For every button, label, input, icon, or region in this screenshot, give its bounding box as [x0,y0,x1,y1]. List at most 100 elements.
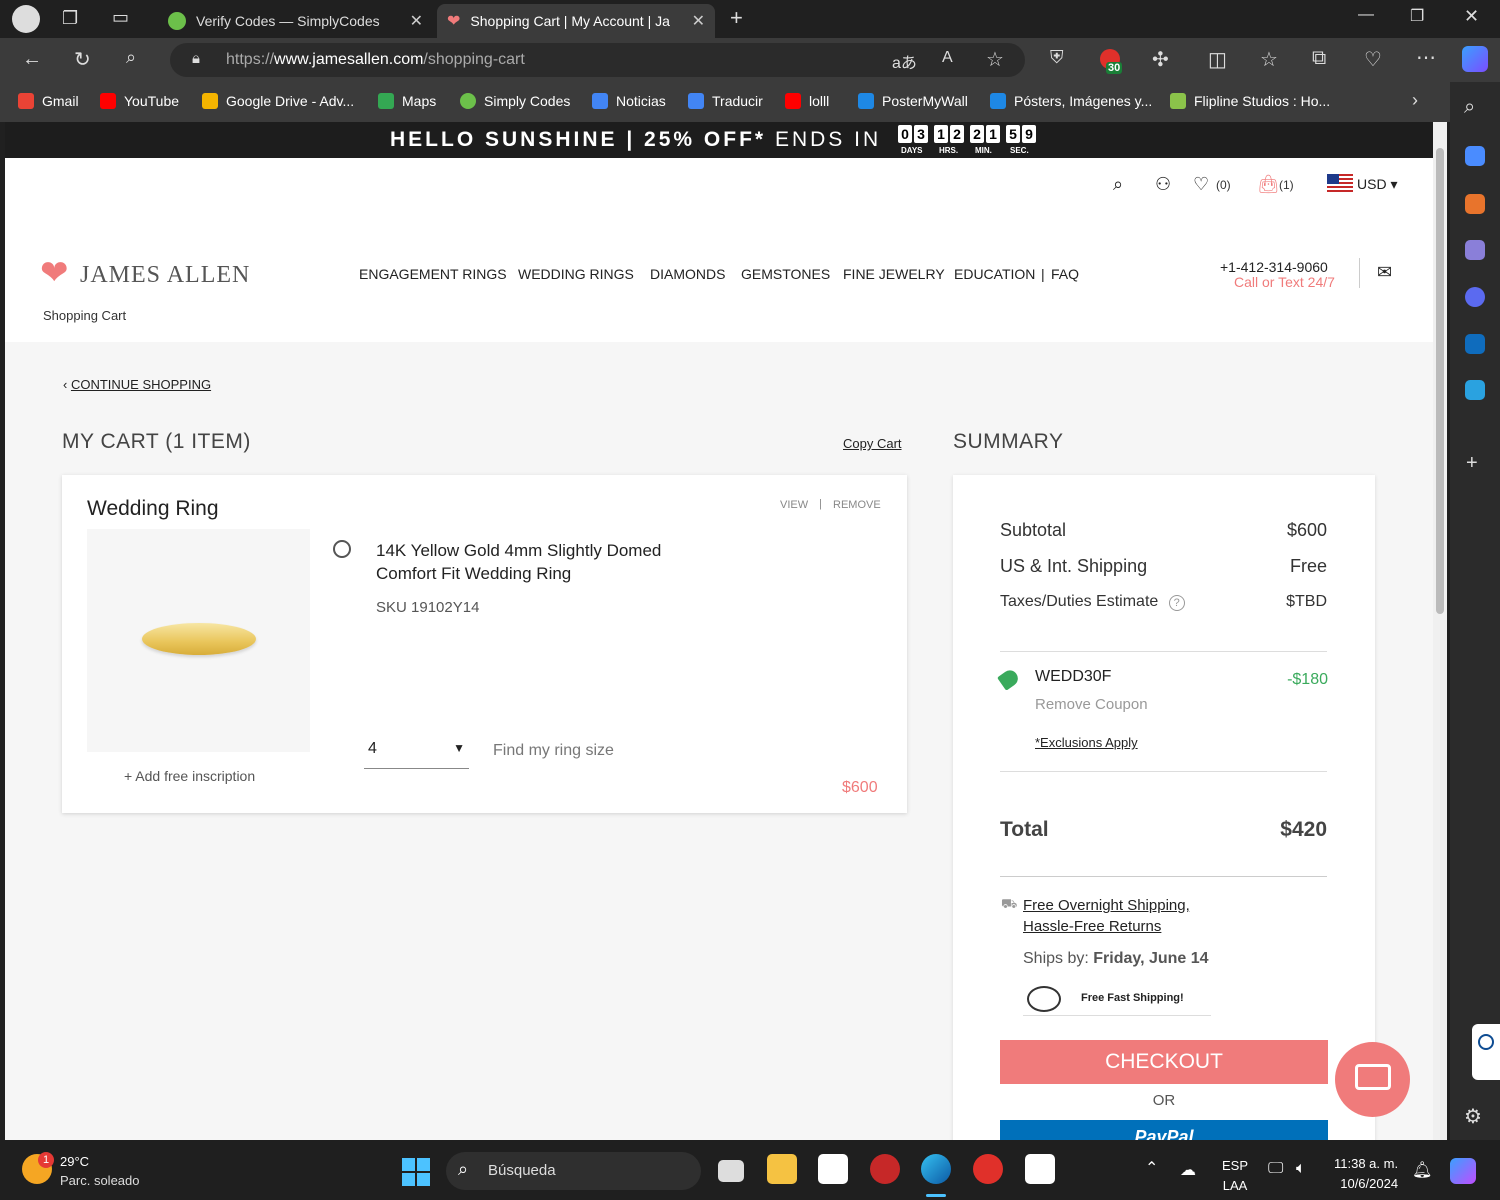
search-icon[interactable]: ⌕ [126,47,136,68]
weather-desc[interactable]: Parc. soleado [60,1173,140,1188]
nav-faq[interactable]: FAQ [1051,266,1079,282]
breadcrumb[interactable]: Shopping Cart [43,308,126,323]
nav-engagement-rings[interactable]: ENGAGEMENT RINGS [359,266,507,282]
shield-icon[interactable]: ⛨ [1050,47,1064,68]
address-bar[interactable]: 🔒︎ https://www.jamesallen.com/shopping-c… [170,43,1025,77]
refresh-icon[interactable]: ↻ [74,47,91,72]
start-windows-icon[interactable] [402,1158,430,1186]
email-icon[interactable]: ✉ [1377,262,1392,283]
copy-cart-link[interactable]: Copy Cart [843,436,902,451]
account-icon[interactable]: ⚇ [1155,174,1171,195]
workspaces-icon[interactable]: ❐ [62,8,78,29]
nav-fine-jewelry[interactable]: FINE JEWELRY [843,266,945,282]
ring-size-select[interactable]: 4 ▼ [364,737,469,769]
tab-shopping-cart[interactable]: ❤ Shopping Cart | My Account | Jar ✕ [437,4,715,38]
wishlist-heart-icon[interactable]: ♡ [1193,174,1209,195]
taskbar-search[interactable]: ⌕ Búsqueda [446,1152,701,1190]
read-aloud-icon[interactable]: A [942,49,953,67]
bookmark-gmail[interactable]: Gmail [18,93,79,109]
wishlist-count[interactable]: (0) [1216,178,1231,192]
weather-temp[interactable]: 29°C [60,1154,89,1169]
add-sidebar-app-icon[interactable]: + [1466,452,1478,475]
chevron-right-icon[interactable]: › [1412,90,1418,111]
help-icon[interactable]: ? [1168,595,1185,611]
tools-icon[interactable] [1465,194,1485,214]
bookmark-traducir[interactable]: Traducir [688,93,763,109]
bookmark-flipline[interactable]: Flipline Studios : Ho... [1170,93,1330,109]
onedrive-icon[interactable]: ☁ [1180,1160,1196,1180]
back-icon[interactable]: ← [22,48,42,71]
minimize-icon[interactable]: — [1358,6,1374,24]
new-tab-icon[interactable]: + [730,5,743,31]
volume-icon[interactable]: 🔈︎ [1296,1160,1306,1178]
task-view-icon[interactable] [718,1160,744,1182]
copilot-icon[interactable] [1462,46,1488,72]
currency-selector[interactable]: USD ▾ [1357,176,1397,193]
paypal-button[interactable]: PayPal [1000,1120,1328,1140]
edge-browser-icon[interactable] [921,1154,951,1184]
bookmark-simply-codes[interactable]: Simply Codes [460,93,570,109]
add-inscription-link[interactable]: + Add free inscription [124,768,255,784]
nav-wedding-rings[interactable]: WEDDING RINGS [518,266,634,282]
bookmark-google-drive[interactable]: Google Drive - Adv... [202,93,354,109]
checkout-button[interactable]: CHECKOUT [1000,1040,1328,1084]
clock[interactable]: 11:38 a. m. 10/6/2024 [1334,1154,1398,1194]
site-logo[interactable]: JAMES ALLEN [80,262,250,289]
notifications-icon[interactable]: 🔔︎ [1412,1160,1432,1180]
tab-simplycodes[interactable]: Verify Codes — SimplyCodes ✕ [158,4,433,38]
site-search-icon[interactable]: ⌕ [1113,174,1123,195]
close-window-icon[interactable]: ✕ [1464,6,1479,27]
opera-icon[interactable] [973,1154,1003,1184]
close-tab-icon[interactable]: ✕ [692,11,705,31]
find-ring-size-link[interactable]: Find my ring size [493,742,614,760]
close-tab-icon[interactable]: ✕ [410,11,423,31]
item-view-link[interactable]: VIEW [780,499,808,511]
nav-diamonds[interactable]: DIAMONDS [650,266,725,282]
more-menu-icon[interactable]: ⋯ [1416,45,1436,70]
profile-avatar[interactable] [12,5,40,33]
browser-essentials-icon[interactable]: ♡ [1364,47,1382,72]
extensions-puzzle-icon[interactable]: ✣ [1152,47,1169,72]
item-remove-link[interactable]: REMOVE [833,499,881,511]
page-scrollbar[interactable] [1433,122,1447,1140]
item-name[interactable]: 14K Yellow Gold 4mm Slightly Domed Comfo… [376,539,661,585]
continue-shopping-link[interactable]: ‹ CONTINUE SHOPPING [63,377,211,392]
sidebar-search-icon[interactable]: ⌕ [1464,96,1475,119]
cart-count[interactable]: (1) [1279,178,1294,192]
logo-heart-icon[interactable]: ❤ [40,253,69,293]
bookmark-postermywall[interactable]: PosterMyWall [858,93,968,109]
copilot-icon[interactable] [1465,287,1485,307]
remove-coupon-link[interactable]: Remove Coupon [1035,696,1148,713]
vertical-tabs-icon[interactable]: ▭ [112,7,129,28]
cart-bag-icon[interactable]: 👜︎ [1257,174,1280,195]
scrollbar-thumb[interactable] [1436,148,1444,614]
settings-gear-icon[interactable]: ⚙ [1464,1104,1482,1129]
nav-education[interactable]: EDUCATION [954,266,1035,282]
show-hidden-icons[interactable]: ⌃ [1145,1158,1158,1178]
bookmark-maps[interactable]: Maps [378,93,436,109]
translate-icon[interactable]: aあ [892,49,917,73]
bookmark-lolll[interactable]: lolll [785,93,829,109]
send-icon[interactable] [1465,380,1485,400]
bookmark-noticias[interactable]: Noticias [592,93,666,109]
teamviewer-side-icon[interactable] [1472,1024,1500,1080]
copilot-icon[interactable] [1450,1158,1476,1184]
exclusions-link[interactable]: *Exclusions Apply [1035,735,1138,750]
collections-icon[interactable]: ⧉ [1312,47,1326,70]
split-screen-icon[interactable]: ◫ [1208,47,1227,72]
chat-button[interactable] [1335,1042,1410,1117]
file-explorer-icon[interactable] [767,1154,797,1184]
restore-icon[interactable]: ❐ [1410,6,1424,26]
free-shipping-link[interactable]: Free Overnight Shipping, Hassle-Free Ret… [1023,895,1190,937]
shopping-tag-icon[interactable] [1465,146,1485,166]
nav-gemstones[interactable]: GEMSTONES [741,266,830,282]
language-indicator[interactable]: ESP LAA [1222,1156,1248,1196]
bookmark-youtube[interactable]: YouTube [100,93,179,109]
favorites-icon[interactable]: ☆ [1260,47,1278,72]
bookmark-posters[interactable]: Pósters, Imágenes y... [990,93,1152,109]
favorite-star-icon[interactable]: ☆ [986,47,1004,72]
games-icon[interactable] [1465,240,1485,260]
item-select-radio[interactable] [333,540,351,558]
phone-number[interactable]: +1-412-314-9060 [1220,259,1328,275]
product-image[interactable] [87,529,310,752]
